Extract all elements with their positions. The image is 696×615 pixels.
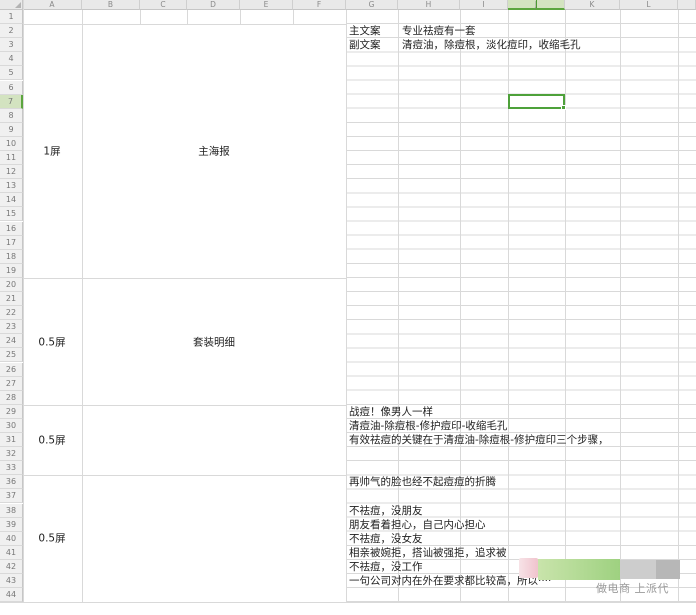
row-header-19[interactable]: 19 bbox=[0, 264, 23, 278]
row-header-32[interactable]: 32 bbox=[0, 447, 23, 461]
cell-G36[interactable]: 再帅气的脸也经不起痘痘的折腾 bbox=[349, 475, 496, 489]
column-header-G[interactable]: G bbox=[346, 0, 398, 10]
cell-G38[interactable]: 不祛痘，没朋友 bbox=[349, 504, 423, 518]
row-header-9[interactable]: 9 bbox=[0, 123, 23, 137]
cell-G30[interactable]: 清痘油-除痘根-修护痘印-收缩毛孔 bbox=[349, 419, 507, 433]
row-header-36[interactable]: 36 bbox=[0, 475, 23, 489]
row-header-3[interactable]: 3 bbox=[0, 38, 23, 52]
cell-G29[interactable]: 战痘！像男人一样 bbox=[349, 405, 433, 419]
row-header-38[interactable]: 38 bbox=[0, 504, 23, 518]
gridline bbox=[565, 10, 566, 602]
gridline bbox=[0, 602, 696, 603]
gridline bbox=[23, 405, 346, 406]
fill-handle[interactable] bbox=[561, 105, 566, 110]
row-header-28[interactable]: 28 bbox=[0, 391, 23, 405]
row-header-12[interactable]: 12 bbox=[0, 165, 23, 179]
row-header-44[interactable]: 44 bbox=[0, 588, 23, 602]
watermark-logo-pink bbox=[519, 558, 538, 578]
row-header-8[interactable]: 8 bbox=[0, 109, 23, 123]
row-header-22[interactable]: 22 bbox=[0, 306, 23, 320]
row-header-10[interactable]: 10 bbox=[0, 137, 23, 151]
row-header-31[interactable]: 31 bbox=[0, 433, 23, 447]
watermark-text: 做电商 上派代 bbox=[596, 580, 669, 596]
gridline bbox=[23, 278, 346, 279]
column-header-B[interactable]: B bbox=[82, 0, 140, 10]
watermark-logo-gray-dark bbox=[656, 560, 680, 579]
column-header-partial[interactable] bbox=[678, 0, 696, 10]
row-header-6[interactable]: 6 bbox=[0, 81, 23, 95]
row-header-18[interactable]: 18 bbox=[0, 250, 23, 264]
column-header-L[interactable]: L bbox=[620, 0, 678, 10]
gridline bbox=[678, 10, 679, 602]
cell-G39[interactable]: 朋友看着担心，自己内心担心 bbox=[349, 518, 486, 532]
gridline bbox=[187, 10, 188, 24]
row-header-13[interactable]: 13 bbox=[0, 179, 23, 193]
cell-H2[interactable]: 专业祛痘有一套 bbox=[402, 24, 476, 38]
merged-cell-screen-3[interactable]: 0.5屏 bbox=[38, 433, 65, 448]
row-header-43[interactable]: 43 bbox=[0, 574, 23, 588]
column-header-C[interactable]: C bbox=[140, 0, 187, 10]
column-header-I[interactable]: I bbox=[460, 0, 508, 10]
column-header-K[interactable]: K bbox=[565, 0, 620, 10]
row-header-27[interactable]: 27 bbox=[0, 377, 23, 391]
row-header-16[interactable]: 16 bbox=[0, 222, 23, 236]
column-header-E[interactable]: E bbox=[240, 0, 293, 10]
watermark-logo-green bbox=[538, 559, 620, 580]
row-header-40[interactable]: 40 bbox=[0, 532, 23, 546]
column-header-H[interactable]: H bbox=[398, 0, 460, 10]
merged-cell-content-1[interactable]: 主海报 bbox=[198, 144, 230, 159]
row-header-37[interactable]: 37 bbox=[0, 489, 23, 503]
row-header-30[interactable]: 30 bbox=[0, 419, 23, 433]
cell-G42[interactable]: 不祛痘，没工作 bbox=[349, 560, 423, 574]
column-header-F[interactable]: F bbox=[293, 0, 346, 10]
row-header-26[interactable]: 26 bbox=[0, 363, 23, 377]
row-header-15[interactable]: 15 bbox=[0, 207, 23, 221]
row-header-17[interactable]: 17 bbox=[0, 236, 23, 250]
row-header-11[interactable]: 11 bbox=[0, 151, 23, 165]
row-header-24[interactable]: 24 bbox=[0, 334, 23, 348]
row-header-7[interactable]: 7 bbox=[0, 95, 23, 109]
row-header-42[interactable]: 42 bbox=[0, 560, 23, 574]
cell-G40[interactable]: 不祛痘，没女友 bbox=[349, 532, 423, 546]
row-header-23[interactable]: 23 bbox=[0, 320, 23, 334]
row-header-33[interactable]: 33 bbox=[0, 461, 23, 475]
cell-H3[interactable]: 清痘油，除痘根，淡化痘印，收缩毛孔 bbox=[402, 38, 581, 52]
row-header-41[interactable]: 41 bbox=[0, 546, 23, 560]
gridline bbox=[23, 475, 346, 476]
column-header-J[interactable]: J bbox=[508, 0, 565, 10]
row-header-5[interactable]: 5 bbox=[0, 66, 23, 80]
gridline bbox=[620, 10, 621, 602]
selected-cell-J7[interactable] bbox=[508, 94, 565, 109]
row-header-29[interactable]: 29 bbox=[0, 405, 23, 419]
column-header-D[interactable]: D bbox=[187, 0, 240, 10]
gridline bbox=[82, 10, 83, 602]
row-header-2[interactable]: 2 bbox=[0, 24, 23, 38]
gridline bbox=[460, 10, 461, 602]
row-header-4[interactable]: 4 bbox=[0, 52, 23, 66]
cell-G41[interactable]: 相亲被婉拒，搭讪被强拒，追求被 bbox=[349, 546, 507, 560]
cell-G2[interactable]: 主文案 bbox=[349, 24, 381, 38]
select-all-corner[interactable] bbox=[0, 0, 23, 10]
row-header-25[interactable]: 25 bbox=[0, 348, 23, 362]
row-header-14[interactable]: 14 bbox=[0, 193, 23, 207]
gridline bbox=[293, 10, 294, 24]
cell-G31[interactable]: 有效祛痘的关键在于清痘油-除痘根-修护痘印三个步骤， bbox=[349, 433, 609, 447]
row-header-39[interactable]: 39 bbox=[0, 518, 23, 532]
gridline bbox=[140, 10, 141, 24]
merged-cell-screen-1[interactable]: 1屏 bbox=[43, 144, 60, 159]
gridline bbox=[23, 24, 346, 25]
gridline bbox=[346, 10, 347, 602]
row-header-1[interactable]: 1 bbox=[0, 10, 23, 24]
row-header-20[interactable]: 20 bbox=[0, 278, 23, 292]
row-header-21[interactable]: 21 bbox=[0, 292, 23, 306]
merged-cell-content-2[interactable]: 套装明细 bbox=[193, 335, 235, 350]
merged-cell-screen-4[interactable]: 0.5屏 bbox=[38, 531, 65, 546]
cell-G3[interactable]: 副文案 bbox=[349, 38, 381, 52]
spreadsheet: ABCDEFGHIJKL1234567891011121314151617181… bbox=[0, 0, 696, 615]
gridline bbox=[23, 0, 24, 603]
merged-cell-screen-2[interactable]: 0.5屏 bbox=[38, 335, 65, 350]
watermark-logo-gray-light bbox=[620, 560, 656, 579]
column-header-A[interactable]: A bbox=[23, 0, 82, 10]
gridline bbox=[240, 10, 241, 24]
